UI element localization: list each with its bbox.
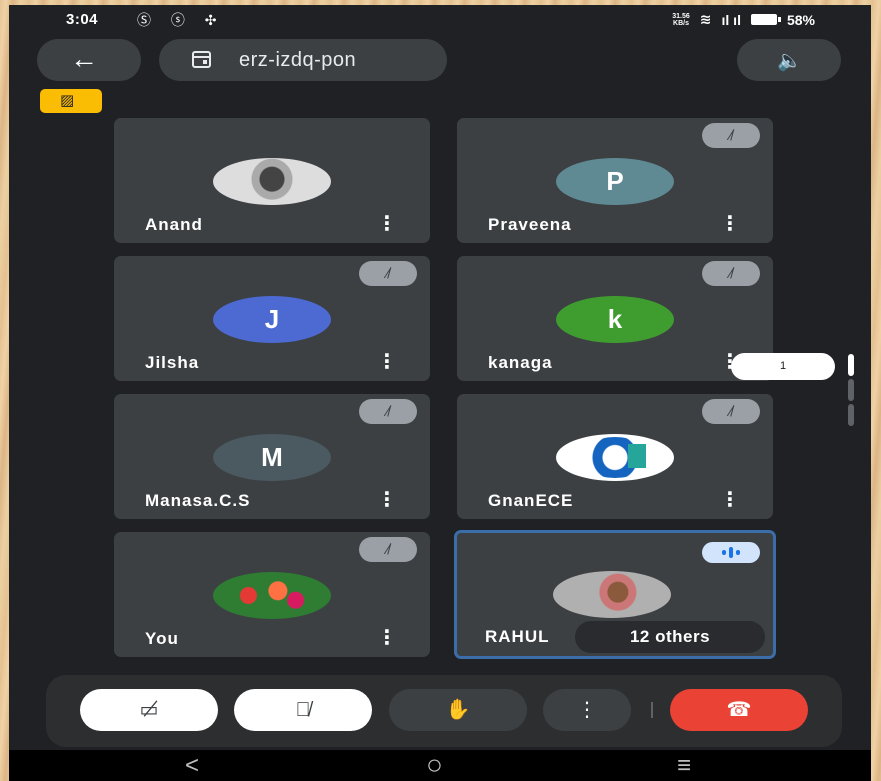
phone-screen: 3:04 Ⓢ ⓢ ✣ 31.56 KB/s ≋ ıl ıl 58% ← erz-… bbox=[9, 5, 871, 781]
end-call-icon: ☎ bbox=[726, 699, 752, 721]
status-right: 31.56 KB/s ≋ ıl ıl 58% bbox=[672, 11, 815, 28]
camera-toggle-button[interactable]: ▭̸ bbox=[80, 689, 218, 731]
participant-name: Manasa.C.S bbox=[145, 491, 251, 510]
network-speed: 31.56 KB/s bbox=[672, 12, 690, 27]
participant-name: Jilsha bbox=[145, 353, 200, 372]
participant-name: kanaga bbox=[488, 353, 553, 372]
page-indicator: 1 bbox=[731, 353, 835, 380]
mic-muted-icon: ⁄̸ bbox=[702, 123, 760, 148]
signal-icon: ıl ıl bbox=[721, 11, 741, 28]
more-options-icon[interactable]: ⋮ bbox=[720, 214, 740, 234]
scroll-indicator-active[interactable] bbox=[848, 354, 854, 376]
mic-off-icon: 🎙̸ bbox=[295, 699, 311, 721]
back-button[interactable]: ← bbox=[37, 39, 141, 81]
more-vert-icon: ⋮ bbox=[577, 699, 597, 721]
hand-icon: ✋ bbox=[445, 699, 471, 721]
participant-tile[interactable]: ⁄̸ M Manasa.C.S ⋮ bbox=[114, 394, 430, 519]
more-options-button[interactable]: ⋮ bbox=[543, 689, 631, 731]
avatar: P bbox=[556, 158, 674, 205]
mic-muted-icon: ⁄̸ bbox=[359, 399, 417, 424]
status-time: 3:04 bbox=[66, 11, 99, 28]
participant-tile[interactable]: ⁄̸ J Jilsha ⋮ bbox=[114, 256, 430, 381]
nav-recents-icon[interactable]: ≡ bbox=[677, 752, 691, 780]
participant-name: RAHUL bbox=[485, 627, 550, 646]
participant-name: Praveena bbox=[488, 215, 572, 234]
nav-back-icon[interactable]: < bbox=[185, 752, 199, 780]
participant-name: You bbox=[145, 629, 179, 648]
camera-off-icon: ▭̸ bbox=[139, 699, 159, 721]
battery-icon bbox=[750, 14, 781, 25]
speaker-icon: 🔈 bbox=[777, 50, 802, 72]
more-options-icon[interactable]: ⋮ bbox=[377, 214, 397, 234]
mic-muted-icon: ⁄̸ bbox=[702, 399, 760, 424]
avatar-logo bbox=[556, 434, 674, 481]
participant-tile[interactable]: ⁄̸ P Praveena ⋮ bbox=[457, 118, 773, 243]
meeting-info-button[interactable]: erz-izdq-pon bbox=[159, 39, 447, 81]
nav-home-icon[interactable]: ○ bbox=[426, 749, 443, 781]
participant-tile[interactable]: Anand ⋮ bbox=[114, 118, 430, 243]
avatar: k bbox=[556, 296, 674, 343]
back-arrow-icon: ← bbox=[70, 43, 98, 74]
participant-tile[interactable]: ⁄̸ GnanECE ⋮ bbox=[457, 394, 773, 519]
participant-name: Anand bbox=[145, 215, 203, 234]
participant-tile[interactable]: ⁄̸ k kanaga ⋮ bbox=[457, 256, 773, 381]
avatar-photo bbox=[213, 572, 331, 619]
end-call-button[interactable]: ☎ bbox=[670, 689, 808, 731]
others-chip[interactable]: 12 others bbox=[575, 621, 765, 653]
participant-tile-active-speaker[interactable]: RAHUL 12 others bbox=[454, 530, 776, 659]
camera-off-badge: ▨ bbox=[40, 89, 102, 113]
more-options-icon[interactable]: ⋮ bbox=[720, 352, 740, 372]
mic-muted-icon: ⁄̸ bbox=[359, 261, 417, 286]
separator bbox=[651, 702, 653, 718]
mic-toggle-button[interactable]: 🎙̸ bbox=[234, 689, 372, 731]
mic-muted-icon: ⁄̸ bbox=[702, 261, 760, 286]
participant-name: GnanECE bbox=[488, 491, 574, 510]
calendar-icon bbox=[192, 51, 211, 68]
system-nav-bar: < ○ ≡ bbox=[9, 749, 871, 781]
more-options-icon[interactable]: ⋮ bbox=[377, 628, 397, 648]
more-options-icon[interactable]: ⋮ bbox=[377, 490, 397, 510]
avatar-photo bbox=[213, 158, 331, 205]
speaking-indicator-icon bbox=[702, 542, 760, 563]
mic-muted-icon: ⁄̸ bbox=[359, 537, 417, 562]
more-options-icon[interactable]: ⋮ bbox=[377, 352, 397, 372]
speaker-button[interactable]: 🔈 bbox=[737, 39, 841, 81]
call-controls: ▭̸ 🎙̸ ✋ ⋮ ☎ bbox=[46, 675, 842, 747]
raise-hand-button[interactable]: ✋ bbox=[389, 689, 527, 731]
battery-percent: 58% bbox=[786, 11, 815, 28]
avatar: M bbox=[213, 434, 331, 481]
avatar: J bbox=[213, 296, 331, 343]
meeting-code: erz-izdq-pon bbox=[239, 49, 357, 71]
scroll-indicator[interactable] bbox=[848, 379, 854, 401]
scroll-indicator[interactable] bbox=[848, 404, 854, 426]
status-bar: 3:04 Ⓢ ⓢ ✣ 31.56 KB/s ≋ ıl ıl 58% bbox=[9, 5, 871, 35]
notification-icons: Ⓢ ⓢ ✣ bbox=[137, 12, 225, 28]
camera-off-icon: ▨ bbox=[60, 92, 75, 109]
participant-tile-self[interactable]: ⁄̸ You ⋮ bbox=[114, 532, 430, 657]
wifi-icon: ≋ bbox=[699, 11, 712, 27]
avatar-photo bbox=[553, 571, 671, 618]
more-options-icon[interactable]: ⋮ bbox=[720, 490, 740, 510]
